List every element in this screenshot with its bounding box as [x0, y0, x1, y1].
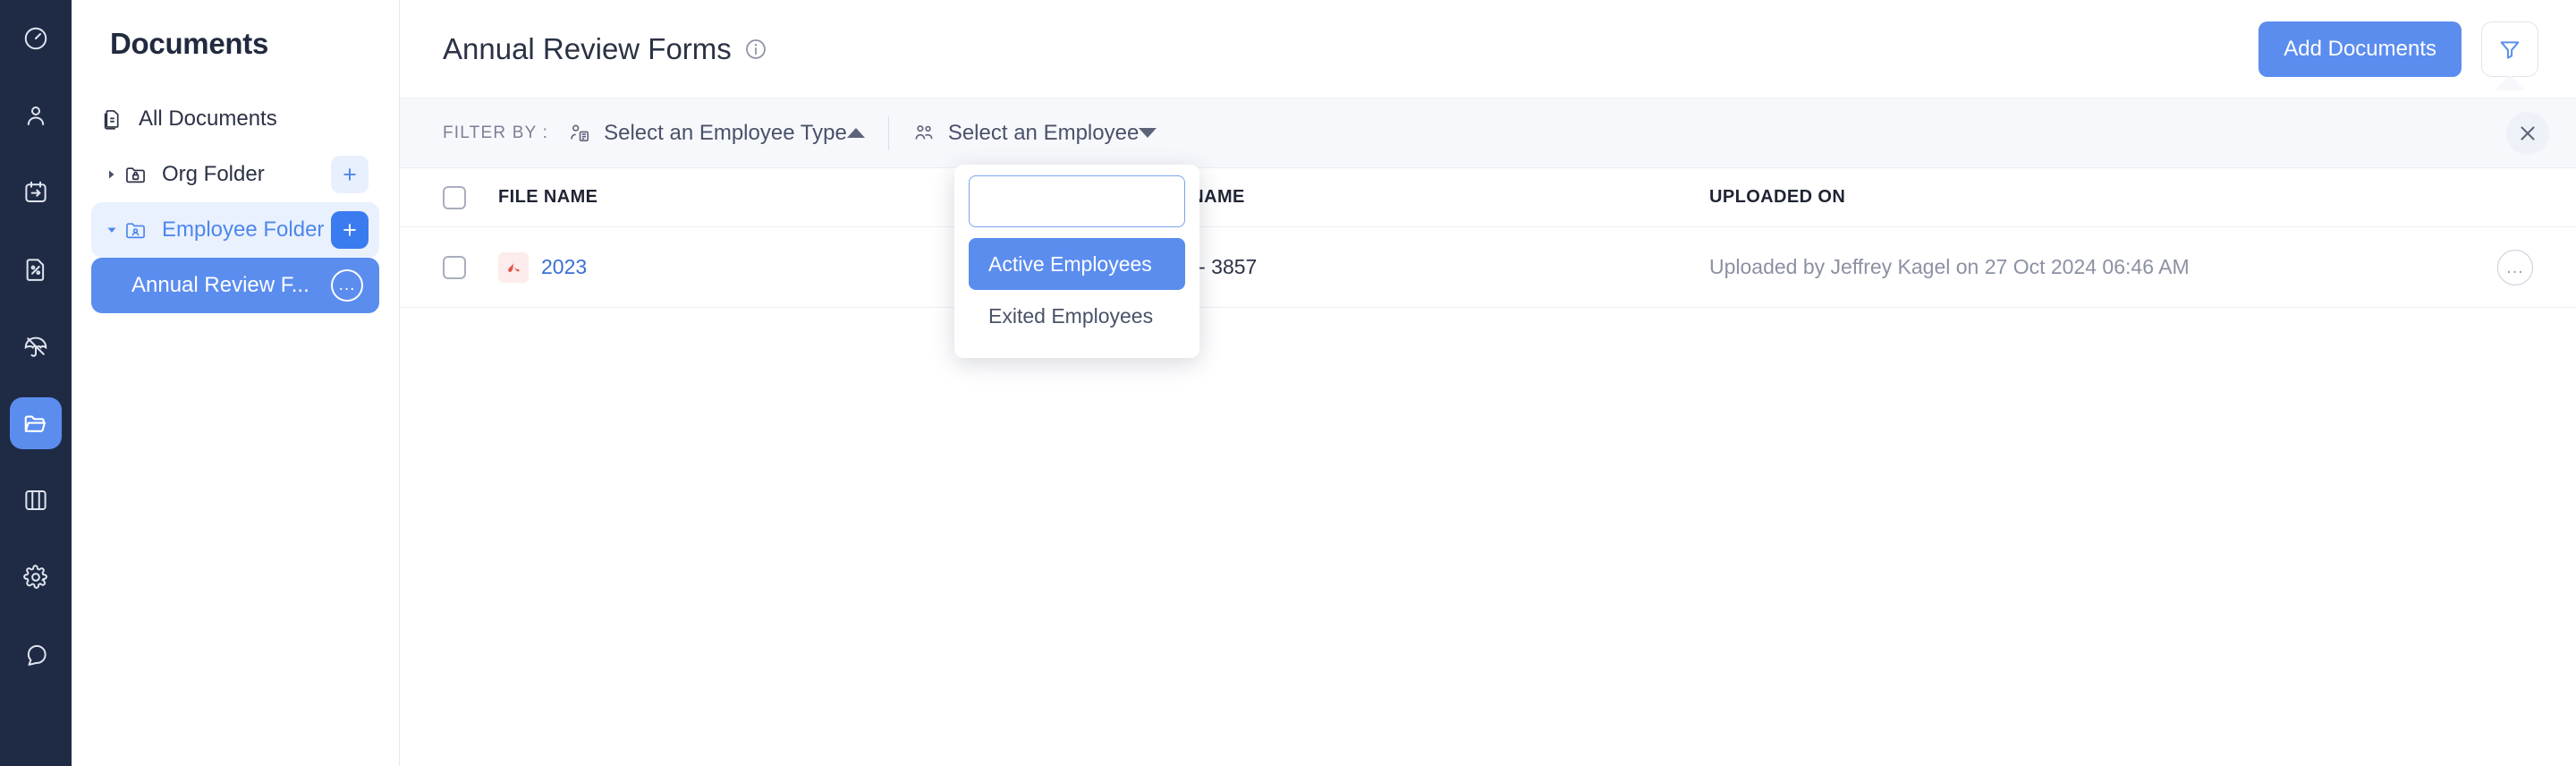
table-row[interactable]: 2023 Fiona Lewis - 3857 Uploaded by Jeff… — [400, 227, 2576, 308]
file-name-link[interactable]: 2023 — [541, 255, 587, 279]
employee-filter-label: Select an Employee — [947, 120, 1140, 145]
chevron-up-icon[interactable] — [846, 128, 865, 138]
add-documents-button[interactable]: Add Documents — [2258, 21, 2462, 77]
sidebar-item-annual-review-forms[interactable]: Annual Review F... ... — [91, 258, 379, 313]
pdf-icon — [498, 251, 529, 283]
dropdown-option-exited-employees[interactable]: Exited Employees — [969, 290, 1185, 342]
table-header-row: FILE NAME EMPLOYEE NAME UPLOADED ON — [400, 168, 2576, 227]
employees-icon — [915, 124, 933, 140]
employee-type-dropdown: Active Employees Exited Employees — [954, 165, 1199, 358]
main-panel: Annual Review Forms Add Documents FILTER… — [400, 0, 2576, 766]
documents-icon — [100, 107, 131, 132]
close-filter-button[interactable] — [2506, 111, 2549, 155]
folder-options-button[interactable]: ... — [331, 269, 363, 302]
filter-bar: FILTER BY : Select an Employee Type Sele… — [400, 98, 2576, 168]
filter-toggle-button[interactable] — [2481, 21, 2538, 90]
documents-sidebar: Documents All Documents Org Folder + Emp… — [72, 0, 400, 766]
icon-rail — [0, 0, 72, 766]
chevron-down-icon[interactable] — [1139, 128, 1157, 138]
gear-icon[interactable] — [10, 551, 62, 603]
add-folder-button[interactable]: + — [331, 156, 369, 193]
sidebar-title: Documents — [110, 27, 268, 60]
filter-divider — [887, 115, 889, 150]
employee-type-filter[interactable]: Select an Employee Type — [568, 121, 865, 146]
clock-icon[interactable] — [10, 13, 62, 64]
column-header-uploaded-on[interactable]: UPLOADED ON — [1709, 187, 2533, 208]
employee-type-filter-label: Select an Employee Type — [604, 120, 847, 145]
percent-doc-icon[interactable] — [10, 243, 62, 295]
row-options-button[interactable]: ... — [2497, 249, 2533, 285]
folder-open-icon[interactable] — [10, 397, 62, 449]
sidebar-item-all-documents[interactable]: All Documents — [91, 91, 379, 147]
person-icon[interactable] — [10, 89, 62, 141]
folder-tree: All Documents Org Folder + Employee Fold… — [91, 91, 379, 313]
chevron-right-icon[interactable] — [100, 169, 123, 180]
umbrella-icon[interactable] — [10, 320, 62, 372]
folder-lock-icon — [123, 163, 154, 187]
chat-icon[interactable] — [10, 628, 62, 680]
dropdown-search-input[interactable] — [969, 175, 1185, 227]
filter-by-label: FILTER BY : — [443, 123, 549, 142]
employee-type-icon — [571, 124, 589, 141]
sidebar-item-employee-folder[interactable]: Employee Folder + — [91, 202, 379, 258]
add-subfolder-button[interactable]: + — [331, 211, 369, 249]
sidebar-item-label: All Documents — [139, 106, 277, 131]
sidebar-item-label: Org Folder — [162, 162, 265, 186]
page-header: Annual Review Forms Add Documents — [400, 0, 2576, 98]
cell-uploaded-on: Uploaded by Jeffrey Kagel on 27 Oct 2024… — [1709, 255, 2190, 278]
dropdown-option-active-employees[interactable]: Active Employees — [969, 238, 1185, 290]
employee-filter[interactable]: Select an Employee — [912, 121, 1157, 146]
page-title: Annual Review Forms — [443, 31, 732, 65]
row-checkbox[interactable] — [443, 255, 466, 279]
sidebar-item-org-folder[interactable]: Org Folder + — [91, 147, 379, 202]
filter-popover-arrow — [2495, 74, 2525, 90]
grid-icon[interactable] — [10, 474, 62, 526]
select-all-checkbox[interactable] — [443, 185, 466, 209]
folder-person-icon — [123, 218, 154, 243]
app-root: Documents All Documents Org Folder + Emp… — [0, 0, 2576, 766]
chevron-down-icon[interactable] — [100, 225, 123, 235]
sidebar-item-label: Employee Folder — [162, 217, 325, 242]
sidebar-item-label: Annual Review F... — [131, 273, 309, 297]
info-icon[interactable] — [744, 38, 767, 61]
documents-table: FILE NAME EMPLOYEE NAME UPLOADED ON 2023… — [400, 168, 2576, 308]
calendar-arrow-icon[interactable] — [10, 166, 62, 218]
